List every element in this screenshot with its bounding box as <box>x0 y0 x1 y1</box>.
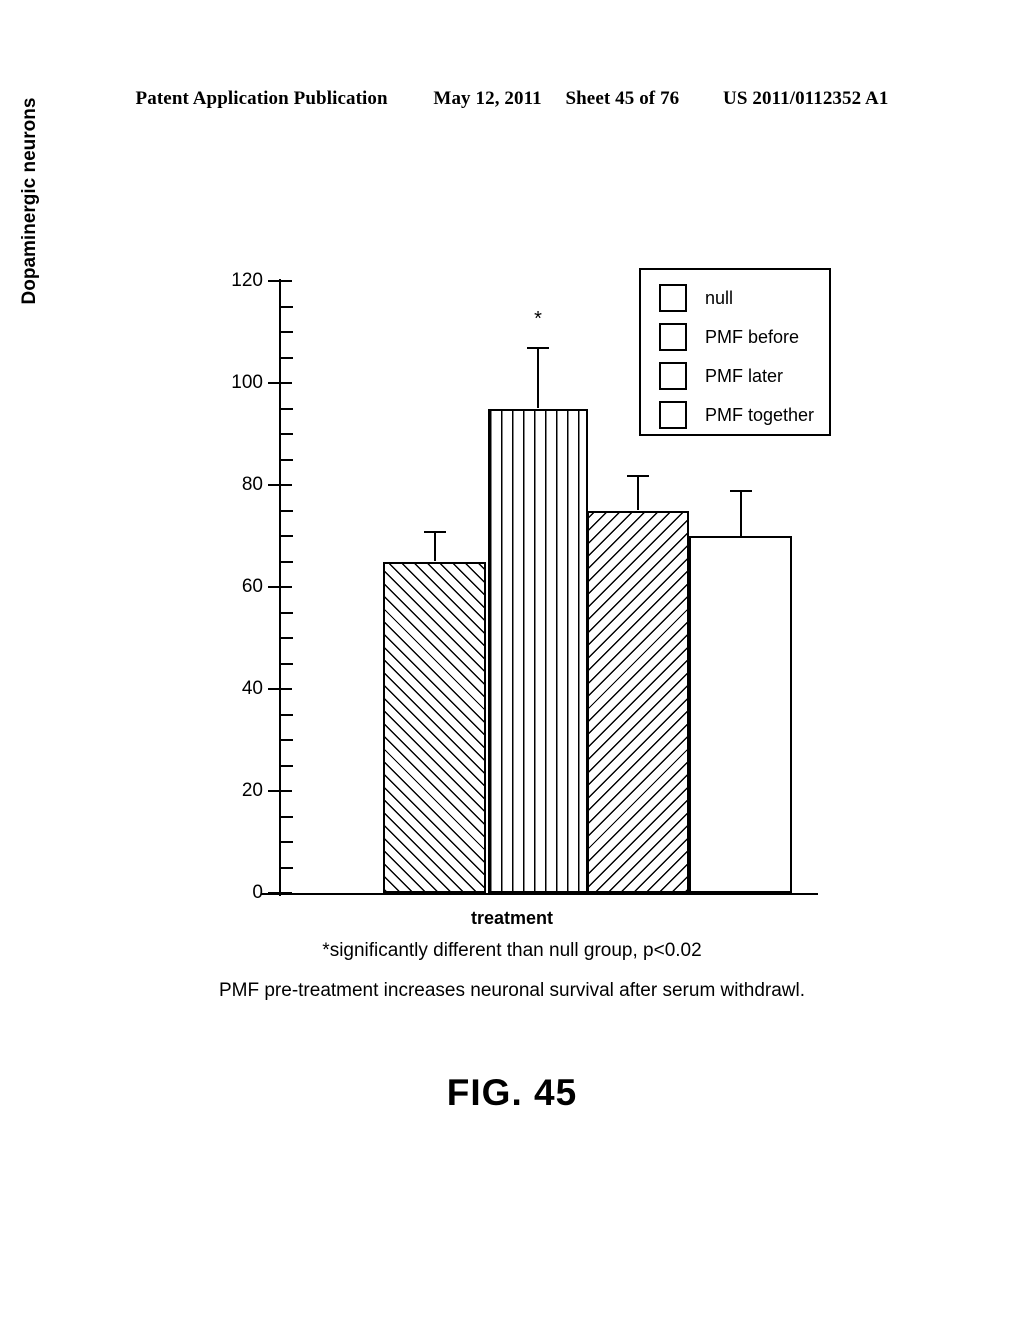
y-tick-minor <box>281 331 293 333</box>
caption-significance: *significantly different than null group… <box>322 940 702 961</box>
y-tick-label-text: 60 <box>241 576 263 597</box>
y-tick-minor <box>281 713 293 716</box>
legend-item-label: PMF later <box>705 366 784 386</box>
bar-pmf-together <box>689 536 792 893</box>
error-bar-stem <box>537 347 539 409</box>
y-tick-minor <box>281 637 293 639</box>
y-tick-label: 100 <box>197 373 263 393</box>
y-tick-minor <box>281 611 293 614</box>
legend-item-label: null <box>705 288 734 308</box>
y-tick-label-text: 20 <box>241 780 263 801</box>
bar-null <box>383 561 486 893</box>
error-bar-stem <box>739 490 742 536</box>
y-tick-major <box>268 382 292 384</box>
y-tick-minor <box>281 509 293 512</box>
y-tick-label: 40 <box>197 679 263 699</box>
legend-swatch-icon <box>659 323 687 351</box>
legend-item-label: PMF together <box>705 405 815 425</box>
y-tick-minor <box>281 356 293 359</box>
y-tick-minor <box>281 739 293 741</box>
figure-45: 0 20 40 60 80 100 120 Dopaminergic neurons * n… <box>0 0 1024 1320</box>
y-tick-label: 60 <box>197 577 263 597</box>
y-tick-minor <box>281 841 293 843</box>
y-tick-major <box>268 280 292 282</box>
y-tick-major <box>268 892 292 894</box>
y-axis-title: Dopaminergic neurons <box>19 97 40 305</box>
x-axis-line <box>261 893 818 895</box>
y-tick-major <box>268 586 292 588</box>
legend-item-pmf-later: PMF later <box>659 362 783 390</box>
figure-label: FIG. 45 <box>446 1072 578 1113</box>
legend-swatch-icon <box>659 362 687 390</box>
error-bar-cap <box>627 474 649 477</box>
legend-swatch-icon <box>659 284 687 312</box>
y-tick-minor <box>281 815 293 818</box>
y-tick-minor <box>281 866 293 869</box>
legend-swatch-icon <box>659 401 687 429</box>
error-bar-cap <box>423 530 446 533</box>
y-tick-major <box>268 790 292 792</box>
significance-asterisk: * <box>534 307 542 330</box>
legend-item-pmf-before: PMF before <box>659 323 799 351</box>
y-tick-major <box>268 688 292 690</box>
y-tick-minor <box>281 407 293 410</box>
y-tick-minor <box>281 433 293 435</box>
error-bar-stem <box>637 474 639 511</box>
y-tick-label: 0 <box>197 883 263 903</box>
y-tick-minor <box>281 764 293 767</box>
legend-item-label: PMF before <box>705 327 800 347</box>
legend-item-pmf-together: PMF together <box>659 401 814 429</box>
error-bar-cap <box>527 347 549 350</box>
y-tick-minor <box>281 305 293 308</box>
error-bar-cap <box>729 490 752 493</box>
caption-conclusion: PMF pre-treatment increases neuronal sur… <box>218 980 806 1001</box>
y-tick-label-text: 100 <box>231 372 263 393</box>
y-tick-minor <box>281 662 293 665</box>
y-tick-label: 120 <box>197 271 263 291</box>
y-tick-label-text: 40 <box>241 678 263 699</box>
bar-pmf-before <box>488 408 588 893</box>
y-tick-label: 80 <box>197 475 263 495</box>
bar-pmf-later <box>587 510 689 893</box>
y-tick-minor <box>281 535 293 537</box>
y-tick-major <box>268 484 292 486</box>
y-tick-label: 20 <box>197 781 263 801</box>
y-tick-minor <box>281 560 293 563</box>
y-tick-label-text: 0 <box>252 882 263 903</box>
x-axis-title: treatment <box>470 908 554 928</box>
chart-legend: null PMF before PMF later PMF together <box>639 268 831 436</box>
y-tick-minor <box>281 458 293 461</box>
error-bar-stem <box>433 530 436 562</box>
y-tick-label-text: 80 <box>241 474 263 495</box>
y-tick-label-text: 120 <box>231 270 263 291</box>
legend-item-null: null <box>659 284 733 312</box>
